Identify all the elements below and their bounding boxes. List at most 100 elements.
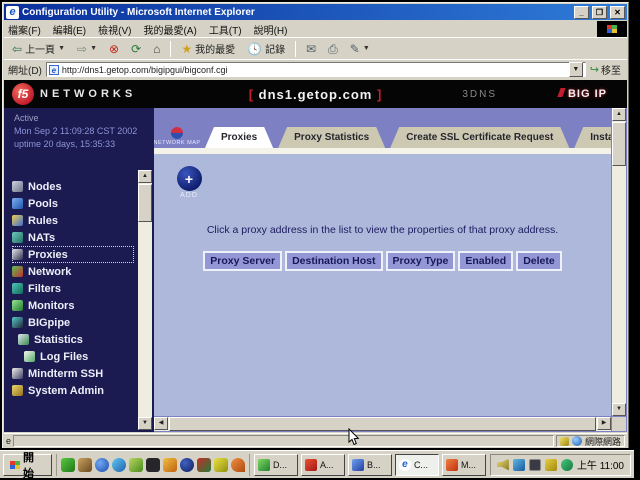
start-button[interactable]: 開始 (3, 454, 52, 476)
content-vertical-scrollbar[interactable]: ▲ ▼ (612, 108, 626, 416)
sidebar-item-nats[interactable]: NATs (12, 229, 134, 246)
close-button[interactable]: ✕ (610, 6, 625, 19)
quick-launch-icon[interactable] (95, 458, 109, 472)
header-enabled: Enabled (458, 251, 513, 271)
quick-launch-icon[interactable] (112, 458, 126, 472)
scrollbar-thumb[interactable] (612, 122, 626, 166)
content-horizontal-scrollbar[interactable]: ◀ ▶ (154, 417, 611, 431)
quick-launch-icon[interactable] (61, 458, 75, 472)
statistics-icon (18, 334, 29, 345)
browser-window: e Configuration Utility - Microsoft Inte… (2, 2, 629, 448)
task-button-2[interactable]: A... (301, 454, 345, 476)
menu-edit[interactable]: 編輯(E) (53, 22, 86, 37)
scroll-down-button[interactable]: ▼ (612, 403, 626, 416)
internet-zone-icon (572, 436, 582, 446)
scrollbar-thumb[interactable] (138, 184, 152, 222)
add-button[interactable]: + (177, 166, 202, 191)
product-bigip-label: BIG IP (559, 88, 607, 100)
sidebar-item-log-files[interactable]: Log Files (12, 348, 134, 365)
scroll-up-button[interactable]: ▲ (612, 108, 626, 121)
task-button-area: D... A... B... e C... M... (254, 454, 486, 476)
instruction-text: Click a proxy address in the list to vie… (154, 224, 611, 236)
print-button[interactable]: ⎙ (324, 41, 342, 57)
scroll-up-button[interactable]: ▲ (138, 170, 152, 183)
scrollbar-thumb[interactable] (169, 417, 596, 431)
content-area: NETWORK MAP Proxies Proxy Statistics Cre… (154, 108, 627, 432)
status-alert-icon (560, 437, 569, 446)
home-icon: ⌂ (153, 43, 160, 55)
scroll-right-button[interactable]: ▶ (597, 417, 611, 430)
menu-favorites[interactable]: 我的最愛(A) (143, 22, 196, 37)
forward-button[interactable]: ⇨ ▼ (73, 41, 101, 57)
task-button-3[interactable]: B... (348, 454, 392, 476)
history-button[interactable]: 🕓 記錄 (243, 39, 289, 58)
scroll-down-button[interactable]: ▼ (138, 417, 152, 430)
address-input[interactable]: e http://dns1.getop.com/bigipgui/bigconf… (46, 62, 586, 77)
sidebar-item-monitors[interactable]: Monitors (12, 297, 134, 314)
tab-install-ssl-certificate[interactable]: Install SSL Certif (574, 127, 611, 148)
title-bar: e Configuration Utility - Microsoft Inte… (4, 4, 627, 20)
mail-button[interactable]: ✉ (302, 41, 320, 57)
taskbar-clock[interactable]: 上午 11:00 (577, 457, 624, 472)
sidebar-item-rules[interactable]: Rules (12, 212, 134, 229)
add-proxy-control[interactable]: + ADD (172, 166, 206, 199)
maximize-button[interactable]: ❐ (592, 6, 607, 19)
quick-launch-icon[interactable] (180, 458, 194, 472)
menu-tools[interactable]: 工具(T) (209, 22, 242, 37)
tray-icon[interactable] (561, 459, 573, 471)
ie-throbber (597, 21, 627, 37)
tray-icon[interactable] (513, 459, 525, 471)
tab-proxies[interactable]: Proxies (205, 127, 273, 148)
home-button[interactable]: ⌂ (149, 41, 164, 57)
quick-launch-icon[interactable] (231, 458, 245, 472)
quick-launch-icon[interactable] (197, 458, 211, 472)
tab-proxy-statistics[interactable]: Proxy Statistics (278, 127, 385, 148)
network-map-button[interactable]: NETWORK MAP (154, 114, 200, 148)
menu-help[interactable]: 說明(H) (254, 22, 288, 37)
address-dropdown-button[interactable]: ▼ (569, 62, 583, 77)
sidebar-item-statistics[interactable]: Statistics (12, 331, 134, 348)
back-dropdown-icon: ▼ (58, 45, 65, 52)
refresh-button[interactable]: ⟳ (127, 41, 145, 57)
quick-launch-icon[interactable] (129, 458, 143, 472)
nodes-icon (12, 181, 23, 192)
task-button-5[interactable]: M... (442, 454, 486, 476)
back-button[interactable]: ⇦ 上一頁 ▼ (8, 39, 69, 58)
minimize-button[interactable]: _ (574, 6, 589, 19)
display-icon[interactable] (529, 459, 541, 471)
status-zone-pane: 網際網路 (556, 435, 625, 447)
sidebar-item-nodes[interactable]: Nodes (12, 178, 134, 195)
stop-button[interactable]: ⊗ (105, 41, 123, 57)
edit-button[interactable]: ✎ ▼ (346, 41, 374, 57)
main-area: Active Mon Sep 2 11:09:28 CST 2002 uptim… (4, 108, 627, 432)
favorites-button[interactable]: ★ 我的最愛 (177, 39, 239, 58)
quick-launch-icon[interactable] (163, 458, 177, 472)
sidebar-item-proxies[interactable]: Proxies (12, 246, 134, 263)
sidebar-item-network[interactable]: Network (12, 263, 134, 280)
windows-flag-icon (607, 25, 617, 33)
rules-icon (12, 215, 23, 226)
menu-file[interactable]: 檔案(F) (8, 22, 41, 37)
url-text: http://dns1.getop.com/bigipgui/bigconf.c… (62, 65, 566, 75)
volume-icon[interactable] (497, 459, 509, 471)
sidebar-item-system-admin[interactable]: System Admin (12, 382, 134, 399)
sidebar-scrollbar[interactable]: ▲ ▼ (138, 170, 152, 430)
system-status: Active (4, 108, 154, 123)
right-bracket: ] (377, 87, 382, 102)
sidebar-item-filters[interactable]: Filters (12, 280, 134, 297)
sidebar-item-bigpipe[interactable]: BIGpipe (12, 314, 134, 331)
menu-view[interactable]: 檢視(V) (98, 22, 131, 37)
ie-task-icon: e (399, 459, 411, 471)
tab-create-ssl-certificate-request[interactable]: Create SSL Certificate Request (390, 127, 569, 148)
hostname-text: dns1.getop.com (259, 87, 373, 102)
tray-icon[interactable] (545, 459, 557, 471)
quick-launch-icon[interactable] (146, 458, 160, 472)
task-button-1[interactable]: D... (254, 454, 298, 476)
scroll-left-button[interactable]: ◀ (154, 417, 168, 430)
quick-launch-icon[interactable] (214, 458, 228, 472)
sidebar-item-mindterm-ssh[interactable]: Mindterm SSH (12, 365, 134, 382)
sidebar-item-pools[interactable]: Pools (12, 195, 134, 212)
quick-launch-icon[interactable] (78, 458, 92, 472)
task-button-4-active[interactable]: e C... (395, 454, 439, 476)
go-button[interactable]: ↪ 移至 (590, 62, 623, 77)
